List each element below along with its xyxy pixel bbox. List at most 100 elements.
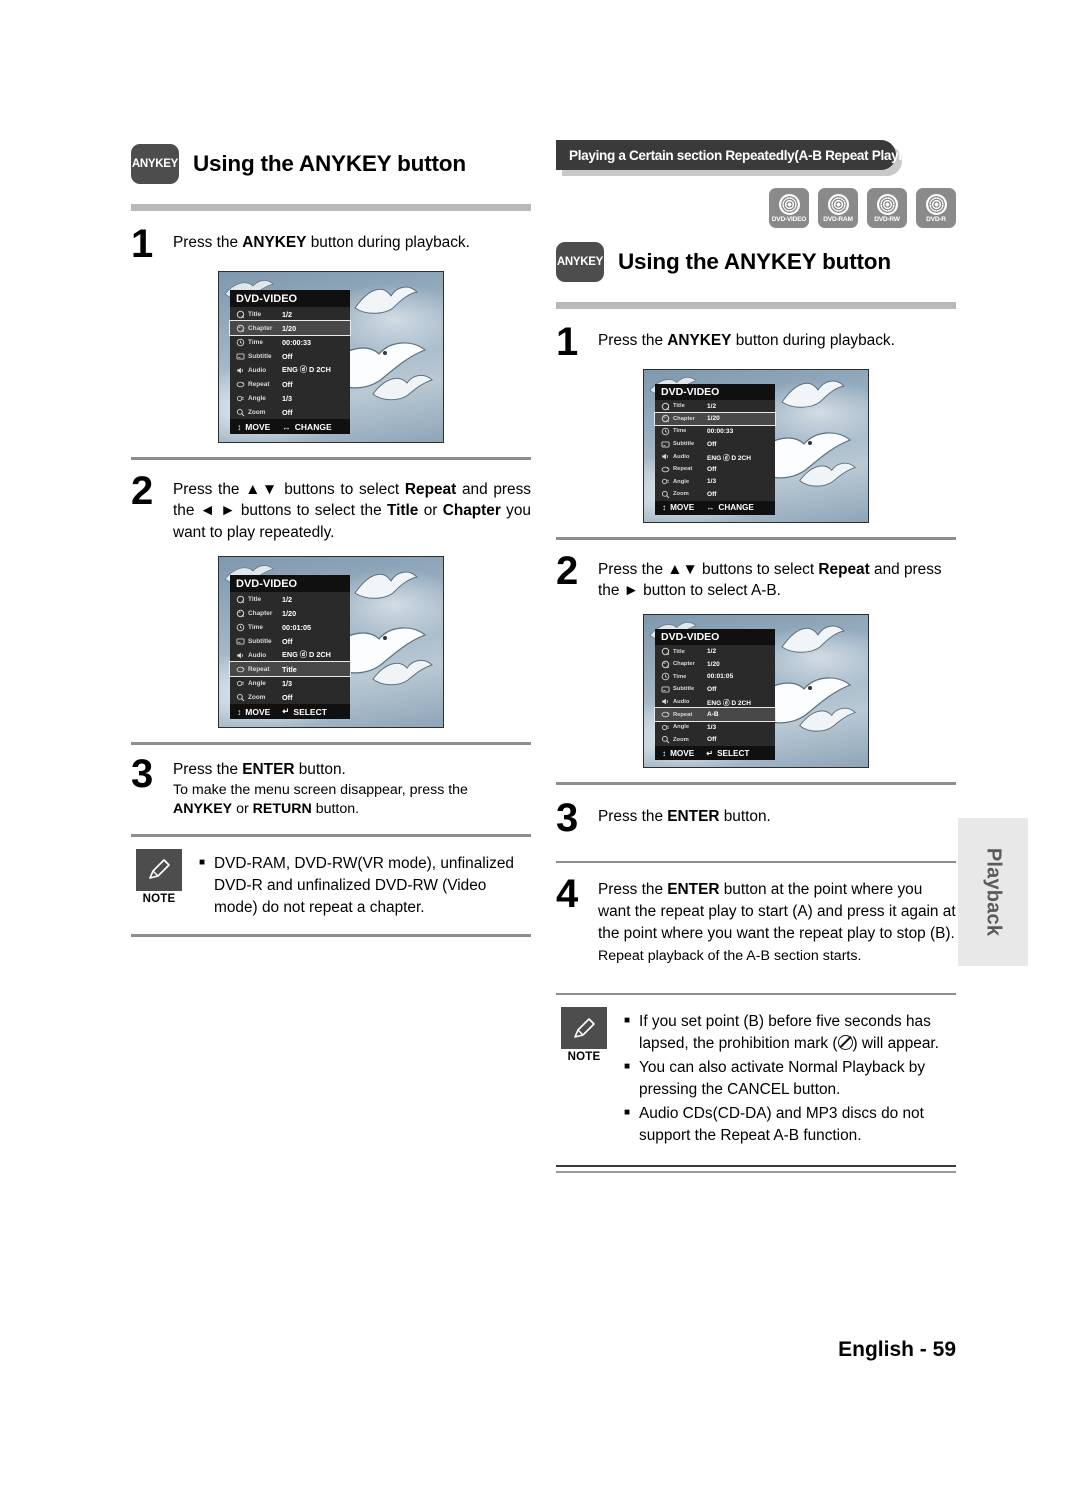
osd-row-label: Repeat (673, 711, 693, 718)
osd-row-angle[interactable]: Angle 1/3 (655, 476, 775, 489)
zoom-icon (234, 408, 246, 417)
osd-row-value: Off (282, 692, 293, 702)
subtitle-icon (234, 352, 246, 361)
osd-row-label: Chapter (673, 661, 695, 668)
emphasis-text: ANYKEY (667, 332, 732, 349)
subtitle-icon (659, 685, 671, 694)
osd-row-subtitle[interactable]: Subtitle Off (230, 634, 350, 648)
osd-row-title[interactable]: Title 1/2 (655, 400, 775, 413)
banner-text: Playing a Certain section Repeatedly(A-B… (569, 147, 933, 163)
osd-row-zoom[interactable]: Zoom Off (230, 690, 350, 704)
body-text: buttons to select (697, 560, 819, 578)
action-arrows-icon: ↵ (706, 749, 714, 758)
osd-row-value: 1/3 (707, 478, 717, 486)
osd-row-angle[interactable]: Angle 1/3 (655, 721, 775, 734)
time-icon (659, 672, 671, 681)
section-banner: Playing a Certain section Repeatedly(A-B… (556, 140, 956, 176)
note-list-item: ■ You can also activate Normal Playback b… (624, 1057, 956, 1101)
left-osd-screenshot-2: DVD-VIDEO Title 1/2 Chapter 1/20 Time 00:01:0… (218, 556, 444, 729)
osd-row-chapter[interactable]: Chapter 1/20 (655, 658, 775, 671)
right-step-2: 2 Press the ▲▼ buttons to select Repeat … (556, 551, 956, 603)
osd-row-chapter[interactable]: Chapter 1/20 (229, 320, 351, 336)
osd-row-label: Title (248, 310, 262, 318)
note-label: NOTE (142, 892, 176, 905)
osd-row-repeat[interactable]: Repeat Title (229, 661, 351, 678)
osd-title: DVD-VIDEO (230, 290, 350, 307)
osd-row-label: Subtitle (673, 441, 695, 448)
osd-row-zoom[interactable]: Zoom Off (655, 733, 775, 746)
osd-row-label: Chapter (248, 324, 273, 332)
anykey-button-icon: ANYKEY (131, 144, 179, 184)
osd-row-label: Repeat (248, 380, 270, 388)
osd-footer-move-label: MOVE (670, 748, 695, 758)
osd-row-title[interactable]: Title 1/2 (655, 645, 775, 658)
osd-row-subtitle[interactable]: Subtitle Off (230, 349, 350, 363)
note-badge: NOTE (556, 1007, 612, 1063)
osd-footer: ↕ MOVE ↵ SELECT (655, 746, 775, 760)
osd-row-time[interactable]: Time 00:00:33 (230, 335, 350, 349)
osd-row-value: 00:00:33 (707, 427, 734, 435)
osd-row-subtitle[interactable]: Subtitle Off (655, 683, 775, 696)
osd-row-value: 00:01:05 (707, 673, 734, 681)
osd-row-audio[interactable]: Audio ENG ⓓ D 2CH (655, 696, 775, 709)
bird-graphic (796, 458, 858, 494)
angle-icon (234, 679, 246, 688)
osd-row-label: Zoom (673, 736, 689, 743)
osd-row-audio[interactable]: Audio ENG ⓓ D 2CH (230, 648, 350, 662)
emphasis-text: ENTER (667, 807, 720, 825)
right-osd-panel-1: DVD-VIDEO Title 1/2 Chapter 1/20 Time 00:00:3… (654, 384, 776, 515)
osd-row-label: Chapter (673, 415, 695, 422)
osd-row-chapter[interactable]: Chapter 1/20 (230, 606, 350, 620)
osd-row-value: Title (282, 664, 297, 674)
osd-row-value: Off (282, 351, 293, 361)
osd-row-time[interactable]: Time 00:01:05 (230, 620, 350, 634)
left-step-1-number: 1 (131, 222, 154, 266)
left-column: ANYKEY Using the ANYKEY button 1 Press t… (131, 0, 531, 937)
osd-title: DVD-VIDEO (655, 384, 775, 400)
right-column: Playing a Certain section Repeatedly(A-B… (556, 0, 956, 1173)
osd-row-value: Off (707, 440, 717, 448)
right-osd-screenshot-1: DVD-VIDEO Title 1/2 Chapter 1/20 Time 00:00:3… (643, 369, 869, 523)
bullet-icon: ■ (624, 1061, 631, 1072)
osd-row-title[interactable]: Title 1/2 (230, 307, 350, 321)
body-text: button during playback. (306, 234, 470, 251)
osd-footer-action-label: SELECT (717, 748, 750, 758)
title-icon (234, 310, 246, 319)
osd-row-label: Subtitle (673, 686, 695, 693)
osd-row-label: Subtitle (248, 637, 272, 645)
osd-footer: ↕ MOVE ↔ CHANGE (230, 419, 350, 434)
osd-row-value: Off (282, 407, 293, 417)
osd-row-value: ENG ⓓ D 2CH (707, 454, 752, 462)
osd-row-repeat[interactable]: Repeat Off (655, 463, 775, 476)
osd-row-subtitle[interactable]: Subtitle Off (655, 438, 775, 451)
osd-row-value: 1/20 (282, 608, 297, 618)
osd-row-zoom[interactable]: Zoom Off (655, 488, 775, 501)
right-step-4-text: Press the ENTER button at the point wher… (598, 877, 956, 945)
osd-row-chapter[interactable]: Chapter 1/20 (654, 411, 776, 427)
osd-row-repeat[interactable]: Repeat Off (230, 377, 350, 391)
left-heading-rule (131, 204, 531, 211)
osd-row-angle[interactable]: Angle 1/3 (230, 676, 350, 690)
osd-row-value: 1/2 (282, 594, 293, 604)
osd-row-time[interactable]: Time 00:00:33 (655, 425, 775, 438)
osd-row-audio[interactable]: Audio ENG ⓓ D 2CH (655, 450, 775, 463)
osd-row-value: A-B (707, 711, 719, 719)
osd-row-audio[interactable]: Audio ENG ⓓ D 2CH (230, 363, 350, 377)
osd-row-label: Angle (248, 394, 266, 402)
right-osd-panel-2: DVD-VIDEO Title 1/2 Chapter 1/20 Time 00:01:0… (654, 629, 776, 760)
chapter-icon (234, 609, 246, 618)
emphasis-text: ▲▼ (667, 560, 698, 578)
osd-row-zoom[interactable]: Zoom Off (230, 405, 350, 419)
note-list-item: ■ Audio CDs(CD-DA) and MP3 discs do not s… (624, 1103, 956, 1147)
section-side-tab: Playback (958, 818, 1028, 966)
osd-row-label: Subtitle (248, 352, 272, 360)
osd-row-angle[interactable]: Angle 1/3 (230, 391, 350, 405)
right-step-3-text: Press the ENTER button. (598, 801, 956, 828)
zoom-icon (659, 490, 671, 499)
emphasis-text: Chapter (442, 502, 501, 520)
osd-row-repeat[interactable]: Repeat A-B (654, 707, 776, 722)
osd-row-title[interactable]: Title 1/2 (230, 592, 350, 606)
right-divider-4 (556, 992, 956, 996)
osd-row-time[interactable]: Time 00:01:05 (655, 670, 775, 683)
right-heading-text: Using the ANYKEY button (618, 249, 891, 274)
